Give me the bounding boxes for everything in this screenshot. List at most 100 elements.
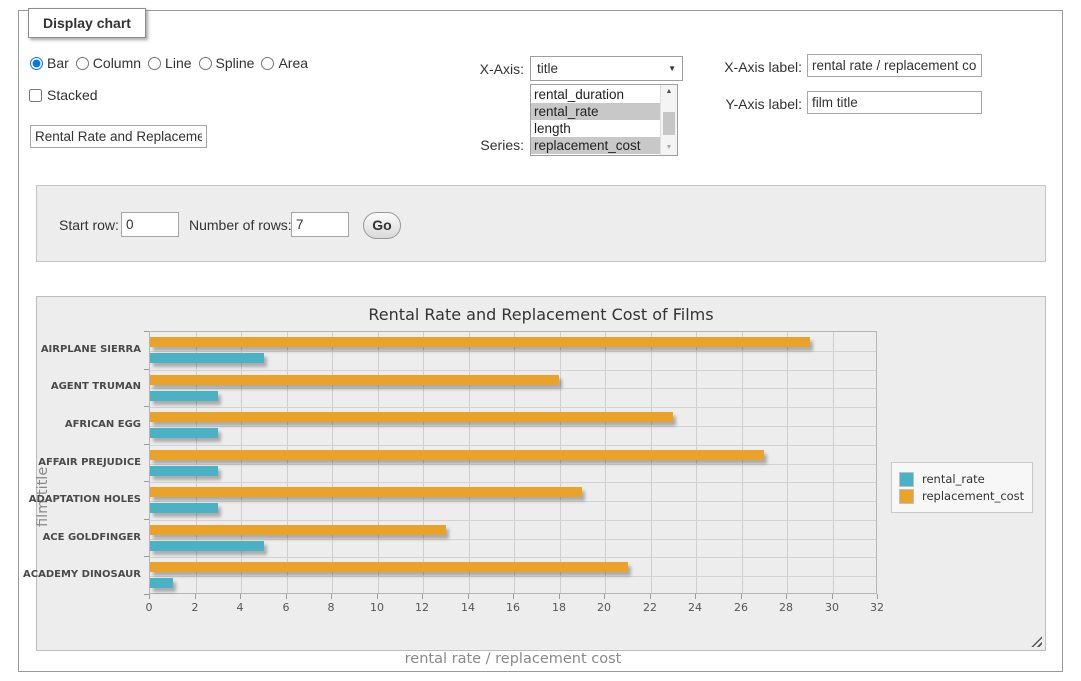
x-tick-label: 30	[814, 601, 850, 614]
bar-replacement_cost	[150, 412, 673, 422]
chart-legend: rental_rate replacement_cost	[891, 462, 1033, 513]
chart-title: Rental Rate and Replacement Cost of Film…	[37, 305, 1045, 324]
x-tick-label: 24	[677, 601, 713, 614]
chart-type-radio-column[interactable]	[76, 57, 89, 70]
x-tick-label: 2	[177, 601, 213, 614]
chart-type-option-line[interactable]: Line	[148, 55, 191, 71]
gridline	[150, 370, 876, 371]
x-tick-label: 18	[541, 601, 577, 614]
gridline	[833, 332, 834, 593]
bar-rental_rate	[150, 353, 264, 363]
scroll-down-icon[interactable]: ▼	[661, 141, 677, 155]
bar-rental_rate	[150, 578, 173, 588]
num-rows-input[interactable]	[291, 212, 349, 237]
y-axis-title: film title	[35, 417, 55, 577]
x-tick-label: 32	[859, 601, 895, 614]
gridline	[469, 332, 470, 593]
gridline	[150, 464, 876, 465]
category-label: AIRPLANE SIERRA	[21, 344, 141, 355]
gridline	[742, 332, 743, 593]
chevron-down-icon: ▼	[668, 64, 676, 73]
bar-rental_rate	[150, 428, 218, 438]
x-tick-label: 16	[495, 601, 531, 614]
series-multiselect[interactable]: rental_durationrental_ratelengthreplacem…	[530, 84, 678, 156]
gridline	[605, 332, 606, 593]
series-option-rental_rate[interactable]: rental_rate	[531, 103, 660, 120]
chart-type-option-spline[interactable]: Spline	[199, 55, 255, 71]
series-option-replacement_cost[interactable]: replacement_cost	[531, 137, 660, 154]
x-tick-label: 26	[723, 601, 759, 614]
x-tick-label: 20	[586, 601, 622, 614]
legend-item-replacement_cost: replacement_cost	[900, 489, 1024, 503]
plot-area	[149, 331, 877, 594]
x-tick	[559, 594, 560, 599]
gridline	[560, 332, 561, 593]
series-select-label: Series:	[464, 137, 524, 153]
x-axis-select[interactable]: title ▼	[530, 56, 683, 81]
x-tick	[149, 594, 150, 599]
scrollbar-thumb[interactable]	[663, 112, 675, 135]
legend-label: rental_rate	[913, 472, 985, 486]
bar-rental_rate	[150, 391, 218, 401]
panel-legend: Display chart	[28, 8, 146, 38]
chart-type-option-area[interactable]: Area	[261, 55, 308, 71]
x-tick	[377, 594, 378, 599]
x-tick	[741, 594, 742, 599]
series-scrollbar[interactable]: ▲ ▼	[660, 85, 677, 155]
y-axis-label-input[interactable]	[807, 91, 982, 114]
resize-handle-icon[interactable]	[1031, 636, 1042, 647]
chart-type-radio-spline[interactable]	[199, 57, 212, 70]
gridline	[423, 332, 424, 593]
x-tick	[695, 594, 696, 599]
bar-replacement_cost	[150, 487, 582, 497]
x-tick	[422, 594, 423, 599]
legend-label: replacement_cost	[913, 489, 1024, 503]
chart-type-radio-bar[interactable]	[30, 57, 43, 70]
x-tick	[513, 594, 514, 599]
series-option-rental_duration[interactable]: rental_duration	[531, 86, 660, 103]
x-tick-label: 12	[404, 601, 440, 614]
start-row-input[interactable]	[121, 212, 179, 237]
gridline	[241, 332, 242, 593]
gridline	[287, 332, 288, 593]
gridline	[332, 332, 333, 593]
go-button[interactable]: Go	[363, 212, 401, 239]
num-rows-label: Number of rows:	[189, 217, 292, 233]
x-tick	[786, 594, 787, 599]
x-tick-label: 22	[632, 601, 668, 614]
x-axis-label-input[interactable]	[807, 54, 982, 77]
gridline	[150, 426, 876, 427]
chart-type-option-column[interactable]: Column	[76, 55, 141, 71]
x-tick-label: 10	[359, 601, 395, 614]
gridline	[150, 520, 876, 521]
x-tick-label: 14	[450, 601, 486, 614]
chart-type-radio-area[interactable]	[261, 57, 274, 70]
gridline	[150, 388, 876, 389]
gridline	[150, 482, 876, 483]
series-options: rental_durationrental_ratelengthreplacem…	[531, 86, 660, 154]
chart-type-option-bar[interactable]: Bar	[30, 55, 69, 71]
bar-rental_rate	[150, 541, 264, 551]
x-tick-label: 6	[268, 601, 304, 614]
bar-replacement_cost	[150, 337, 810, 347]
x-tick-label: 8	[313, 601, 349, 614]
chart-title-input[interactable]	[30, 125, 207, 148]
bar-replacement_cost	[150, 375, 559, 385]
stacked-checkbox[interactable]	[29, 89, 42, 102]
scroll-up-icon[interactable]: ▲	[661, 85, 677, 99]
gridline	[378, 332, 379, 593]
bar-replacement_cost	[150, 450, 764, 460]
x-tick	[832, 594, 833, 599]
gridline	[196, 332, 197, 593]
x-axis-label-label: X-Axis label:	[722, 59, 802, 75]
gridline	[150, 445, 876, 446]
series-option-length[interactable]: length	[531, 120, 660, 137]
y-tick	[144, 594, 149, 595]
bar-replacement_cost	[150, 562, 628, 572]
gridline	[787, 332, 788, 593]
chart-type-radio-line[interactable]	[148, 57, 161, 70]
legend-swatch	[900, 490, 913, 503]
gridline	[150, 351, 876, 352]
x-tick	[877, 594, 878, 599]
gridline	[150, 557, 876, 558]
